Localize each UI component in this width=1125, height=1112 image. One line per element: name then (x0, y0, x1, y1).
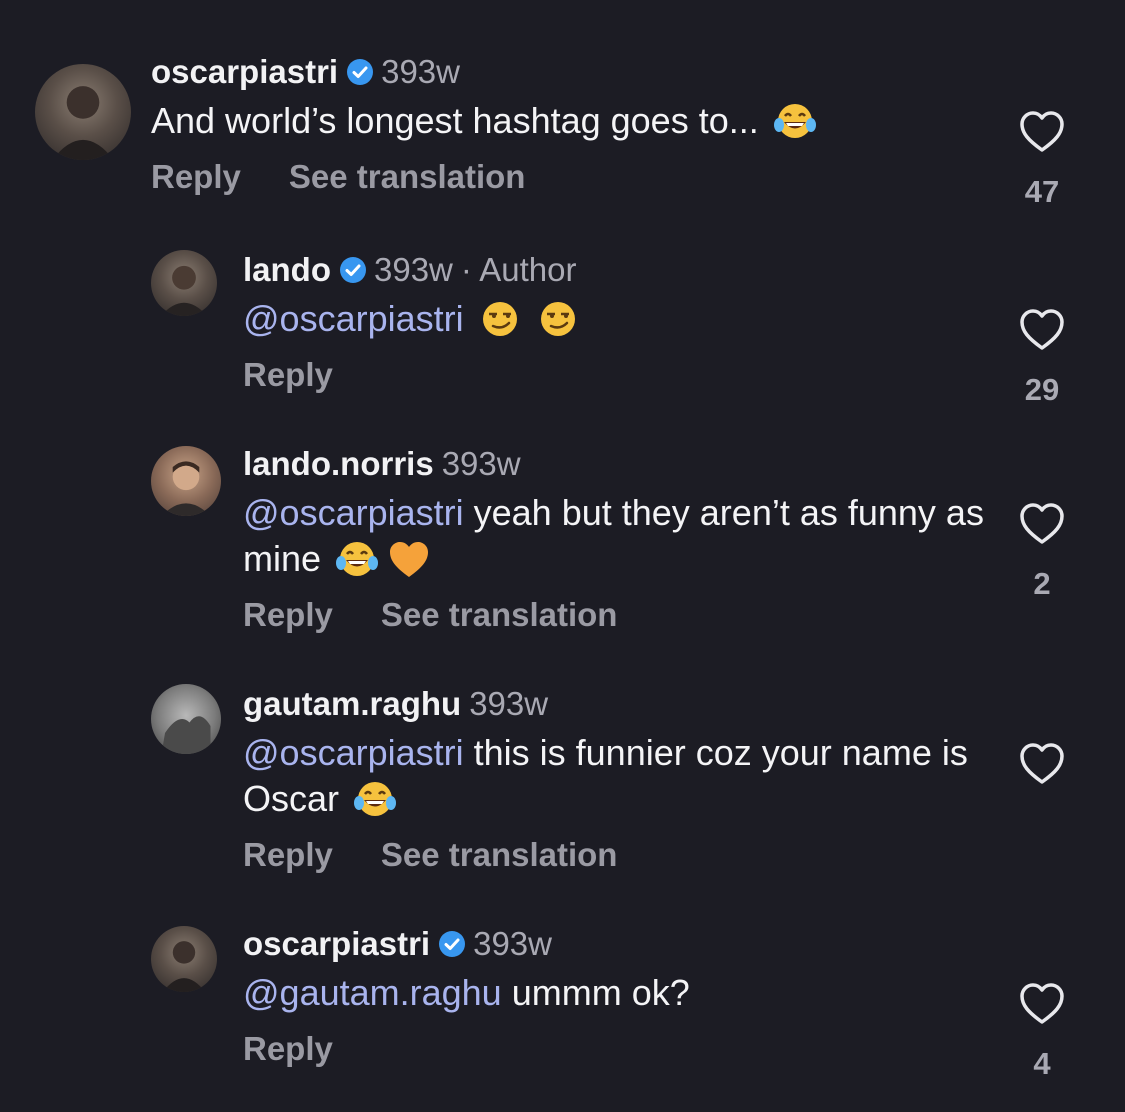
comment-username[interactable]: lando (243, 250, 331, 290)
avatar[interactable] (35, 64, 131, 160)
heart-icon[interactable] (1018, 502, 1066, 546)
comment-username[interactable]: oscarpiastri (243, 924, 430, 964)
avatar[interactable] (151, 446, 221, 516)
comment-body: ummm ok? (511, 972, 690, 1013)
comment-time: 393w (473, 925, 552, 962)
comment-text: @oscarpiastri (243, 296, 1015, 342)
comment-time: 393w (441, 445, 521, 482)
heart-icon[interactable] (1018, 742, 1066, 786)
comment-text: @gautam.raghu ummm ok? (243, 970, 1015, 1016)
like-count: 47 (1024, 174, 1060, 209)
heart-icon[interactable] (1018, 110, 1066, 154)
comment-username[interactable]: lando.norris (243, 444, 434, 484)
verified-badge-icon (437, 929, 467, 959)
heart-icon[interactable] (1018, 982, 1066, 1026)
comment-text: @oscarpiastri this is funnier coz your n… (243, 730, 1015, 822)
verified-badge-icon (345, 57, 375, 87)
reply-button[interactable]: Reply (243, 836, 333, 874)
tears-of-joy-emoji-icon (353, 779, 397, 819)
comment-text: And world’s longest hashtag goes to... (151, 98, 1015, 144)
mention-link[interactable]: @oscarpiastri (243, 298, 464, 339)
like-count: 2 (1033, 566, 1051, 601)
author-label: · Author (460, 251, 577, 288)
mention-link[interactable]: @oscarpiastri (243, 732, 464, 773)
like-count: 4 (1033, 1046, 1051, 1081)
see-translation-button[interactable]: See translation (289, 158, 526, 196)
comment-username[interactable]: oscarpiastri (151, 52, 338, 92)
smirk-emoji-icon (478, 299, 522, 339)
reply-button[interactable]: Reply (243, 356, 333, 394)
reply-button[interactable]: Reply (243, 596, 333, 634)
like-count: 29 (1024, 372, 1060, 407)
reply-button[interactable]: Reply (243, 1030, 333, 1068)
smirk-emoji-icon (536, 299, 580, 339)
comment-time: 393w (381, 53, 460, 90)
comment-body: And world’s longest hashtag goes to... (151, 100, 759, 141)
comment-text: @oscarpiastri yeah but they aren’t as fu… (243, 490, 1015, 582)
see-translation-button[interactable]: See translation (381, 836, 618, 874)
orange-heart-emoji-icon (387, 539, 431, 579)
comment-time: 393w (469, 685, 549, 722)
avatar[interactable] (151, 926, 217, 992)
like-count (1015, 806, 1069, 842)
tears-of-joy-emoji-icon (335, 539, 379, 579)
reply-button[interactable]: Reply (151, 158, 241, 196)
heart-icon[interactable] (1018, 308, 1066, 352)
tears-of-joy-emoji-icon (773, 101, 817, 141)
avatar[interactable] (151, 250, 217, 316)
see-translation-button[interactable]: See translation (381, 596, 618, 634)
comment-username[interactable]: gautam.raghu (243, 684, 461, 724)
avatar[interactable] (151, 684, 221, 754)
mention-link[interactable]: @gautam.raghu (243, 972, 502, 1013)
mention-link[interactable]: @oscarpiastri (243, 492, 464, 533)
verified-badge-icon (338, 255, 368, 285)
comment-time: 393w (374, 251, 453, 288)
